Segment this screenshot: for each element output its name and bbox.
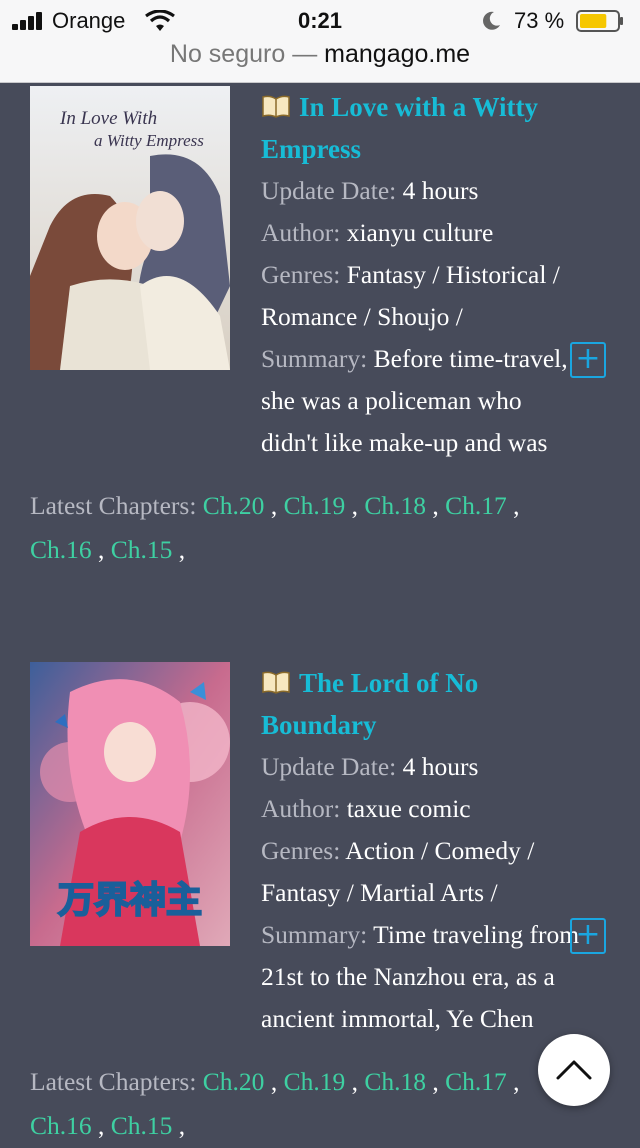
manga-title[interactable]: The Lord of No Boundary (261, 662, 611, 746)
add-to-list-button[interactable]: + (570, 342, 606, 378)
chapter-link[interactable]: Ch.15 (111, 535, 173, 564)
manga-cover[interactable]: In Love With a Witty Empress (30, 86, 230, 370)
update-date-value: 4 hours (402, 176, 479, 205)
svg-text:a Witty Empress: a Witty Empress (94, 131, 204, 150)
genres-value[interactable]: Action / Comedy / (345, 836, 534, 865)
security-label: No seguro — (169, 40, 318, 68)
url-bar[interactable]: No seguro — mangago.me (0, 40, 640, 69)
genres-label: Genres: (261, 260, 341, 289)
plus-icon: + (575, 917, 601, 952)
book-icon (262, 671, 290, 694)
latest-chapters-label: Latest Chapters: (30, 1067, 197, 1096)
chapter-link[interactable]: Ch.17 (445, 491, 507, 520)
latest-chapters: Latest Chapters: Ch.20 , Ch.19 , Ch.18 ,… (30, 491, 520, 564)
moon-icon (483, 11, 500, 30)
summary-text: ancient immortal, Ye Chen (261, 1004, 534, 1033)
update-date-label: Update Date: (261, 752, 397, 781)
chapter-link[interactable]: Ch.20 (203, 1067, 265, 1096)
svg-text:万界神主: 万界神主 (58, 880, 202, 921)
manga-info: In Love with a Witty Empress Update Date… (261, 86, 611, 464)
summary-text: Before time-travel, (373, 344, 568, 373)
genres-value[interactable]: Fantasy / Historical / (347, 260, 560, 289)
update-date-value: 4 hours (402, 752, 479, 781)
chapter-link[interactable]: Ch.17 (445, 1067, 507, 1096)
genres-value[interactable]: Romance / Shoujo / (261, 302, 463, 331)
chapter-link[interactable]: Ch.19 (284, 491, 346, 520)
genres-value[interactable]: Fantasy / Martial Arts / (261, 878, 498, 907)
latest-chapters-label: Latest Chapters: (30, 491, 197, 520)
latest-chapters: Latest Chapters: Ch.20 , Ch.19 , Ch.18 ,… (30, 1067, 520, 1140)
svg-text:In Love With: In Love With (59, 108, 157, 129)
manga-title[interactable]: In Love with a Witty Empress (261, 86, 611, 170)
manga-info: The Lord of No Boundary Update Date: 4 h… (261, 662, 611, 1040)
battery-icon (576, 10, 623, 32)
manga-cover[interactable]: 万界神主 (30, 662, 230, 946)
chapter-link[interactable]: Ch.18 (364, 491, 426, 520)
chapter-link[interactable]: Ch.18 (364, 1067, 426, 1096)
summary-text: she was a policeman who (261, 386, 522, 415)
scroll-to-top-button[interactable] (538, 1034, 610, 1106)
summary-label: Summary: (261, 344, 368, 373)
genres-label: Genres: (261, 836, 341, 865)
summary-text: 21st to the Nanzhou era, as a (261, 962, 555, 991)
summary-text: didn't like make-up and was (261, 428, 548, 457)
author-value[interactable]: taxue comic (347, 794, 471, 823)
summary-text: Time traveling from (373, 920, 580, 949)
chapter-link[interactable]: Ch.16 (30, 535, 92, 564)
summary-label: Summary: (261, 920, 368, 949)
author-label: Author: (261, 218, 341, 247)
chapter-link[interactable]: Ch.19 (284, 1067, 346, 1096)
update-date-label: Update Date: (261, 176, 397, 205)
battery-percentage: 73 % (514, 8, 565, 33)
browser-status-bar: Orange 0:21 73 % No seguro — mangago.me (0, 0, 640, 83)
chevron-up-icon (556, 1060, 592, 1080)
plus-icon: + (575, 341, 601, 376)
add-to-list-button[interactable]: + (570, 918, 606, 954)
book-icon (262, 95, 290, 118)
author-value[interactable]: xianyu culture (347, 218, 494, 247)
chapter-link[interactable]: Ch.20 (203, 491, 265, 520)
author-label: Author: (261, 794, 341, 823)
url-domain: mangago.me (324, 40, 471, 68)
